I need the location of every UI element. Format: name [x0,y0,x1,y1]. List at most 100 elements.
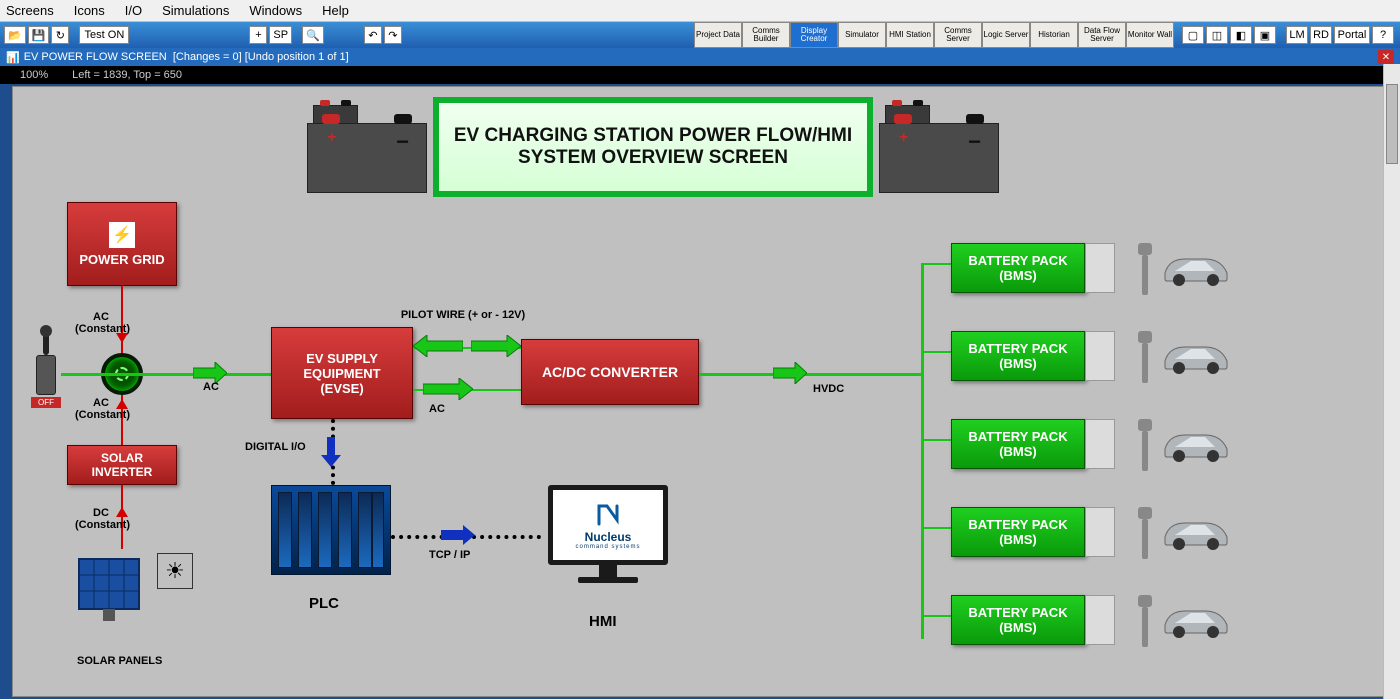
test-button[interactable]: Test ON [79,26,129,44]
arrow-down-blue [321,437,341,467]
wire-branch-5 [921,615,951,617]
cursor-coords: Left = 1839, Top = 650 [72,69,182,81]
menu-io[interactable]: I/O [125,3,142,18]
label-plc: PLC [309,595,339,612]
doc-icon: 📊 [6,51,20,64]
menu-help[interactable]: Help [322,3,349,18]
layout-2-button[interactable]: ◫ [1206,26,1228,44]
refresh-button[interactable]: ↻ [51,26,69,44]
wire-branch-1 [921,263,951,265]
power-grid-block[interactable]: ⚡ POWER GRID [67,202,177,286]
zoom-level: 100% [20,69,48,81]
sun-icon: ☀ [157,553,193,589]
slot-1 [1085,243,1115,293]
nucleus-logo-icon [593,500,623,530]
view-buttons: ▢ ◫ ◧ ▣ LM RD Portal ? [1182,26,1396,44]
wire-branch-4 [921,527,951,529]
battery-pack-1[interactable]: BATTERY PACK (BMS) [951,243,1085,293]
mode-display-creator[interactable]: Display Creator [790,22,838,48]
arrow-down-red-1 [112,317,132,343]
refresh-icon: ↻ [56,29,65,42]
save-button[interactable]: 💾 [28,26,50,44]
charger-1 [1137,243,1153,293]
label-dc-constant: DC (Constant) [75,507,127,531]
layout-3-button[interactable]: ◧ [1230,26,1252,44]
layout-1-button[interactable]: ▢ [1182,26,1204,44]
nucleus-label: Nucleus [585,530,632,544]
menu-simulations[interactable]: Simulations [162,3,229,18]
arrow-right-green-ac [423,378,473,400]
menu-icons[interactable]: Icons [74,3,105,18]
layout-4-button[interactable]: ▣ [1254,26,1276,44]
label-ac-1: AC [203,381,219,393]
close-button[interactable]: ✕ [1378,50,1394,64]
mode-historian[interactable]: Historian [1030,22,1078,48]
doc-undo-pos: [Undo position 1 of 1] [245,51,349,63]
mode-logic-server[interactable]: Logic Server [982,22,1030,48]
arrow-right-green-pilot [471,335,521,357]
battery-pack-4[interactable]: BATTERY PACK (BMS) [951,507,1085,557]
arrow-right-blue [441,525,475,545]
mode-project-data[interactable]: Project Data [694,22,742,48]
arrow-left-green [413,335,463,357]
vertical-scrollbar[interactable] [1383,64,1400,699]
mode-comms-server[interactable]: Comms Server [934,22,982,48]
rd-button[interactable]: RD [1310,26,1332,44]
label-digital-io: DIGITAL I/O [245,441,306,453]
plc-block[interactable] [271,485,391,575]
battery-decor-left: +− [307,101,427,196]
wire-hvdc [699,373,923,376]
converter-block[interactable]: AC/DC CONVERTER [521,339,699,405]
search-button[interactable]: 🔍 [302,26,324,44]
label-solar-panels: SOLAR PANELS [77,655,162,667]
menu-bar: Screens Icons I/O Simulations Windows He… [0,0,1400,22]
scrollbar-thumb[interactable] [1386,84,1398,164]
help-button[interactable]: ? [1372,26,1394,44]
portal-button[interactable]: Portal [1334,26,1370,44]
status-bar: 100% Left = 1839, Top = 650 [0,66,1400,84]
mode-data-flow-server[interactable]: Data Flow Server [1078,22,1126,48]
screen-title: EV CHARGING STATION POWER FLOW/HMI SYSTE… [433,97,873,197]
car-2 [1161,337,1231,375]
undo-button[interactable]: ↶ [364,26,382,44]
solar-inverter-block[interactable]: SOLAR INVERTER [67,445,177,485]
charger-3 [1137,419,1153,469]
arrow-right-green-hvdc [773,362,807,384]
add-button[interactable]: + [249,26,267,44]
mode-comms-builder[interactable]: Comms Builder [742,22,790,48]
open-button[interactable]: 📂 [4,26,26,44]
lm-button[interactable]: LM [1286,26,1308,44]
label-ac-constant-2: AC (Constant) [75,397,127,421]
battery-pack-2[interactable]: BATTERY PACK (BMS) [951,331,1085,381]
menu-windows[interactable]: Windows [249,3,302,18]
car-1 [1161,249,1231,287]
mode-hmi-station[interactable]: HMI Station [886,22,934,48]
tower-icon: ⚡ [109,222,135,248]
sp-button[interactable]: SP [269,26,292,44]
open-icon: 📂 [8,29,22,42]
hmi-monitor[interactable]: Nucleus command systems [543,485,673,595]
label-hmi: HMI [589,613,617,630]
redo-button[interactable]: ↷ [384,26,402,44]
document-bar: 📊 EV POWER FLOW SCREEN [Changes = 0] [Un… [0,48,1400,66]
charger-2 [1137,331,1153,381]
main-switch[interactable]: OFF [31,347,61,403]
battery-pack-3[interactable]: BATTERY PACK (BMS) [951,419,1085,469]
doc-changes: [Changes = 0] [173,51,242,63]
toolbar: 📂 💾 ↻ Test ON + SP 🔍 ↶ ↷ Project Data Co… [0,22,1400,48]
wire-branch-3 [921,439,951,441]
label-pilot-wire: PILOT WIRE (+ or - 12V) [383,309,543,321]
mode-monitor-wall[interactable]: Monitor Wall [1126,22,1174,48]
design-canvas[interactable]: +− +− EV CHARGING STATION POWER FLOW/HMI… [12,86,1388,697]
solar-panel-icon [73,553,153,628]
car-3 [1161,425,1231,463]
battery-pack-5[interactable]: BATTERY PACK (BMS) [951,595,1085,645]
mode-simulator[interactable]: Simulator [838,22,886,48]
wire-bus-vertical [921,263,924,639]
evse-block[interactable]: EV SUPPLYEQUIPMENT(EVSE) [271,327,413,419]
doc-title: EV POWER FLOW SCREEN [24,51,167,63]
save-icon: 💾 [32,29,46,42]
menu-screens[interactable]: Screens [6,3,54,18]
charger-4 [1137,507,1153,557]
slot-2 [1085,331,1115,381]
